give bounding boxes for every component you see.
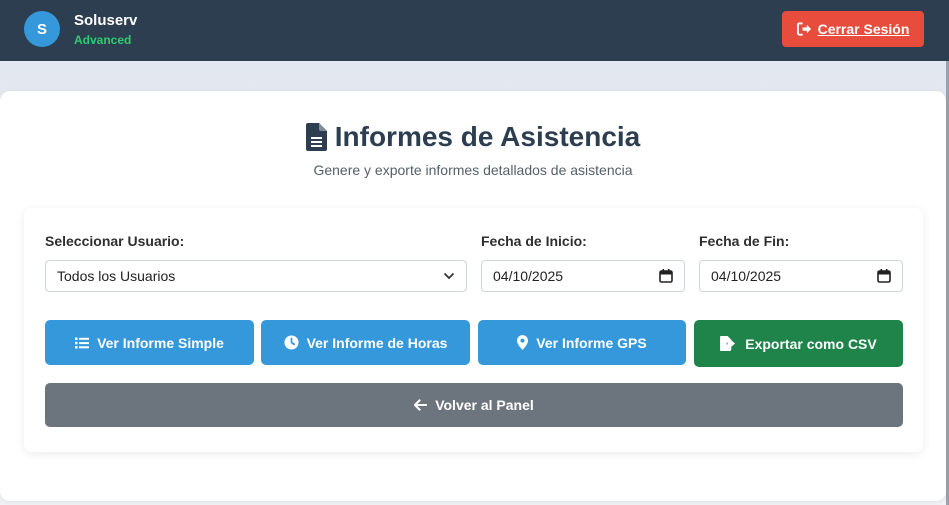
hours-report-label: Ver Informe de Horas	[306, 334, 448, 351]
start-date-label: Fecha de Inicio:	[481, 233, 587, 249]
back-to-panel-button[interactable]: Volver al Panel	[45, 383, 903, 427]
filter-panel: Seleccionar Usuario: Todos los Usuarios …	[24, 208, 923, 452]
calendar-icon[interactable]	[659, 269, 673, 283]
page-title: Informes de Asistencia	[334, 121, 641, 152]
user-select-value: Todos los Usuarios	[57, 268, 176, 284]
end-date-input[interactable]: 04/10/2025	[699, 260, 903, 292]
sign-out-icon	[796, 22, 812, 36]
arrow-left-icon	[414, 399, 428, 411]
file-document-icon	[305, 123, 327, 151]
top-navbar: S Soluserv Advanced Cerrar Sesión	[0, 0, 949, 61]
simple-report-button[interactable]: Ver Informe Simple	[45, 320, 254, 365]
simple-report-label: Ver Informe Simple	[97, 334, 224, 351]
page-title-row: Informes de Asistencia	[0, 119, 946, 155]
logout-label: Cerrar Sesión	[817, 21, 910, 37]
brand: Soluserv Advanced	[74, 12, 137, 48]
page-subtitle: Genere y exporte informes detallados de …	[313, 162, 633, 178]
avatar: S	[24, 11, 60, 47]
export-csv-button[interactable]: Exportar como CSV	[694, 320, 903, 367]
end-date-value: 04/10/2025	[711, 268, 782, 284]
reports-card: Informes de Asistencia Genere y exporte …	[0, 91, 946, 501]
clock-icon	[284, 335, 299, 350]
app-name: Soluserv	[74, 12, 138, 29]
hours-report-button[interactable]: Ver Informe de Horas	[261, 320, 470, 365]
file-export-icon	[720, 336, 737, 351]
chevron-down-icon	[443, 272, 455, 280]
start-date-input[interactable]: 04/10/2025	[481, 260, 685, 292]
back-to-panel-label: Volver al Panel	[435, 397, 534, 413]
user-select-label: Seleccionar Usuario:	[45, 233, 185, 249]
avatar-letter: S	[36, 20, 47, 38]
gps-report-label: Ver Informe GPS	[536, 334, 647, 351]
export-csv-label: Exportar como CSV	[745, 335, 877, 352]
gps-report-button[interactable]: Ver Informe GPS	[478, 320, 686, 365]
plan-badge: Advanced	[74, 33, 132, 47]
map-marker-icon	[517, 335, 529, 350]
calendar-icon[interactable]	[877, 269, 891, 283]
user-select[interactable]: Todos los Usuarios	[45, 260, 467, 292]
end-date-label: Fecha de Fin:	[699, 233, 790, 249]
start-date-value: 04/10/2025	[493, 268, 564, 284]
list-icon	[75, 337, 90, 349]
logout-button[interactable]: Cerrar Sesión	[782, 11, 924, 47]
